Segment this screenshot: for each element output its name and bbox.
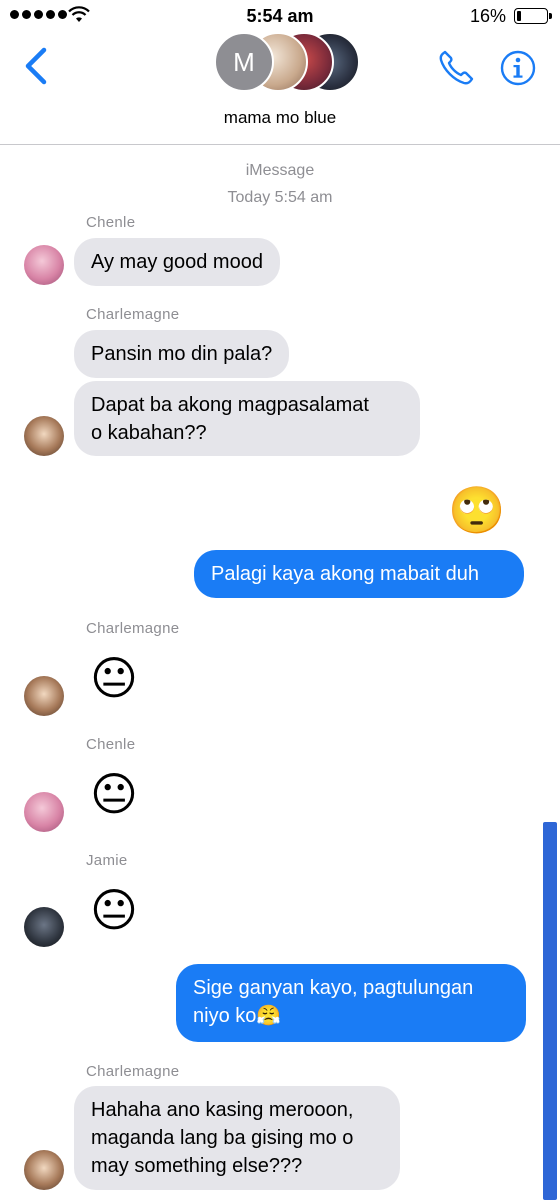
message-line: Dapat ba akong magpasalamat (91, 394, 369, 416)
sender-name: Chenle (86, 736, 136, 753)
message-timestamp: Today 5:54 am (227, 189, 333, 206)
info-icon[interactable] (500, 50, 536, 86)
back-chevron-icon[interactable] (18, 46, 54, 86)
avatar[interactable] (24, 792, 64, 832)
message-line: Hahaha ano kasing merooon, (91, 1099, 354, 1121)
sender-name: Chenle (86, 214, 136, 231)
sender-name: Charlemagne (86, 620, 180, 637)
phone-icon[interactable] (436, 48, 476, 88)
message-line: o kabahan?? (91, 422, 207, 444)
battery-icon (514, 8, 552, 24)
avatar[interactable] (24, 907, 64, 947)
message-line: Sige ganyan kayo, pagtulungan (193, 977, 474, 999)
avatar[interactable] (24, 416, 64, 456)
incoming-message-bubble[interactable]: Hahaha ano kasing merooon, maganda lang … (74, 1086, 400, 1190)
group-avatar-initial: M (214, 32, 274, 92)
group-avatars[interactable]: M (214, 32, 360, 96)
sent-emoji-message[interactable]: 🙄 (448, 482, 505, 538)
battery-percentage: 16% (469, 6, 506, 26)
avatar[interactable] (24, 1150, 64, 1190)
sender-name: Charlemagne (86, 306, 180, 323)
avatar[interactable] (24, 676, 64, 716)
incoming-message-bubble[interactable]: Pansin mo din pala? (74, 330, 290, 378)
incoming-message-bubble[interactable]: Ay may good mood (74, 238, 280, 286)
incoming-emoji-message[interactable]: 😐 (90, 650, 138, 706)
message-line: maganda lang ba gising mo o (91, 1127, 354, 1149)
status-bar: 5:54 am 16% (0, 0, 560, 32)
avatar[interactable] (24, 245, 64, 285)
outgoing-message-bubble[interactable]: Palagi kaya akong mabait duh (194, 550, 524, 598)
message-line: may something else??? (91, 1155, 303, 1177)
service-label: iMessage (245, 162, 315, 179)
incoming-emoji-message[interactable]: 😐 (90, 766, 138, 822)
outgoing-message-bubble[interactable]: Sige ganyan kayo, pagtulungan niyo ko😤 (176, 964, 526, 1042)
scrollbar[interactable] (543, 822, 557, 1200)
conversation-header: M mama mo blue (0, 32, 560, 145)
message-line: niyo ko😤 (193, 1005, 282, 1027)
incoming-emoji-message[interactable]: 😐 (90, 882, 138, 938)
sender-name: Jamie (86, 852, 128, 869)
incoming-message-bubble[interactable]: Dapat ba akong magpasalamat o kabahan?? (74, 381, 420, 456)
sender-name: Charlemagne (86, 1063, 180, 1080)
group-name[interactable]: mama mo blue (0, 108, 560, 128)
